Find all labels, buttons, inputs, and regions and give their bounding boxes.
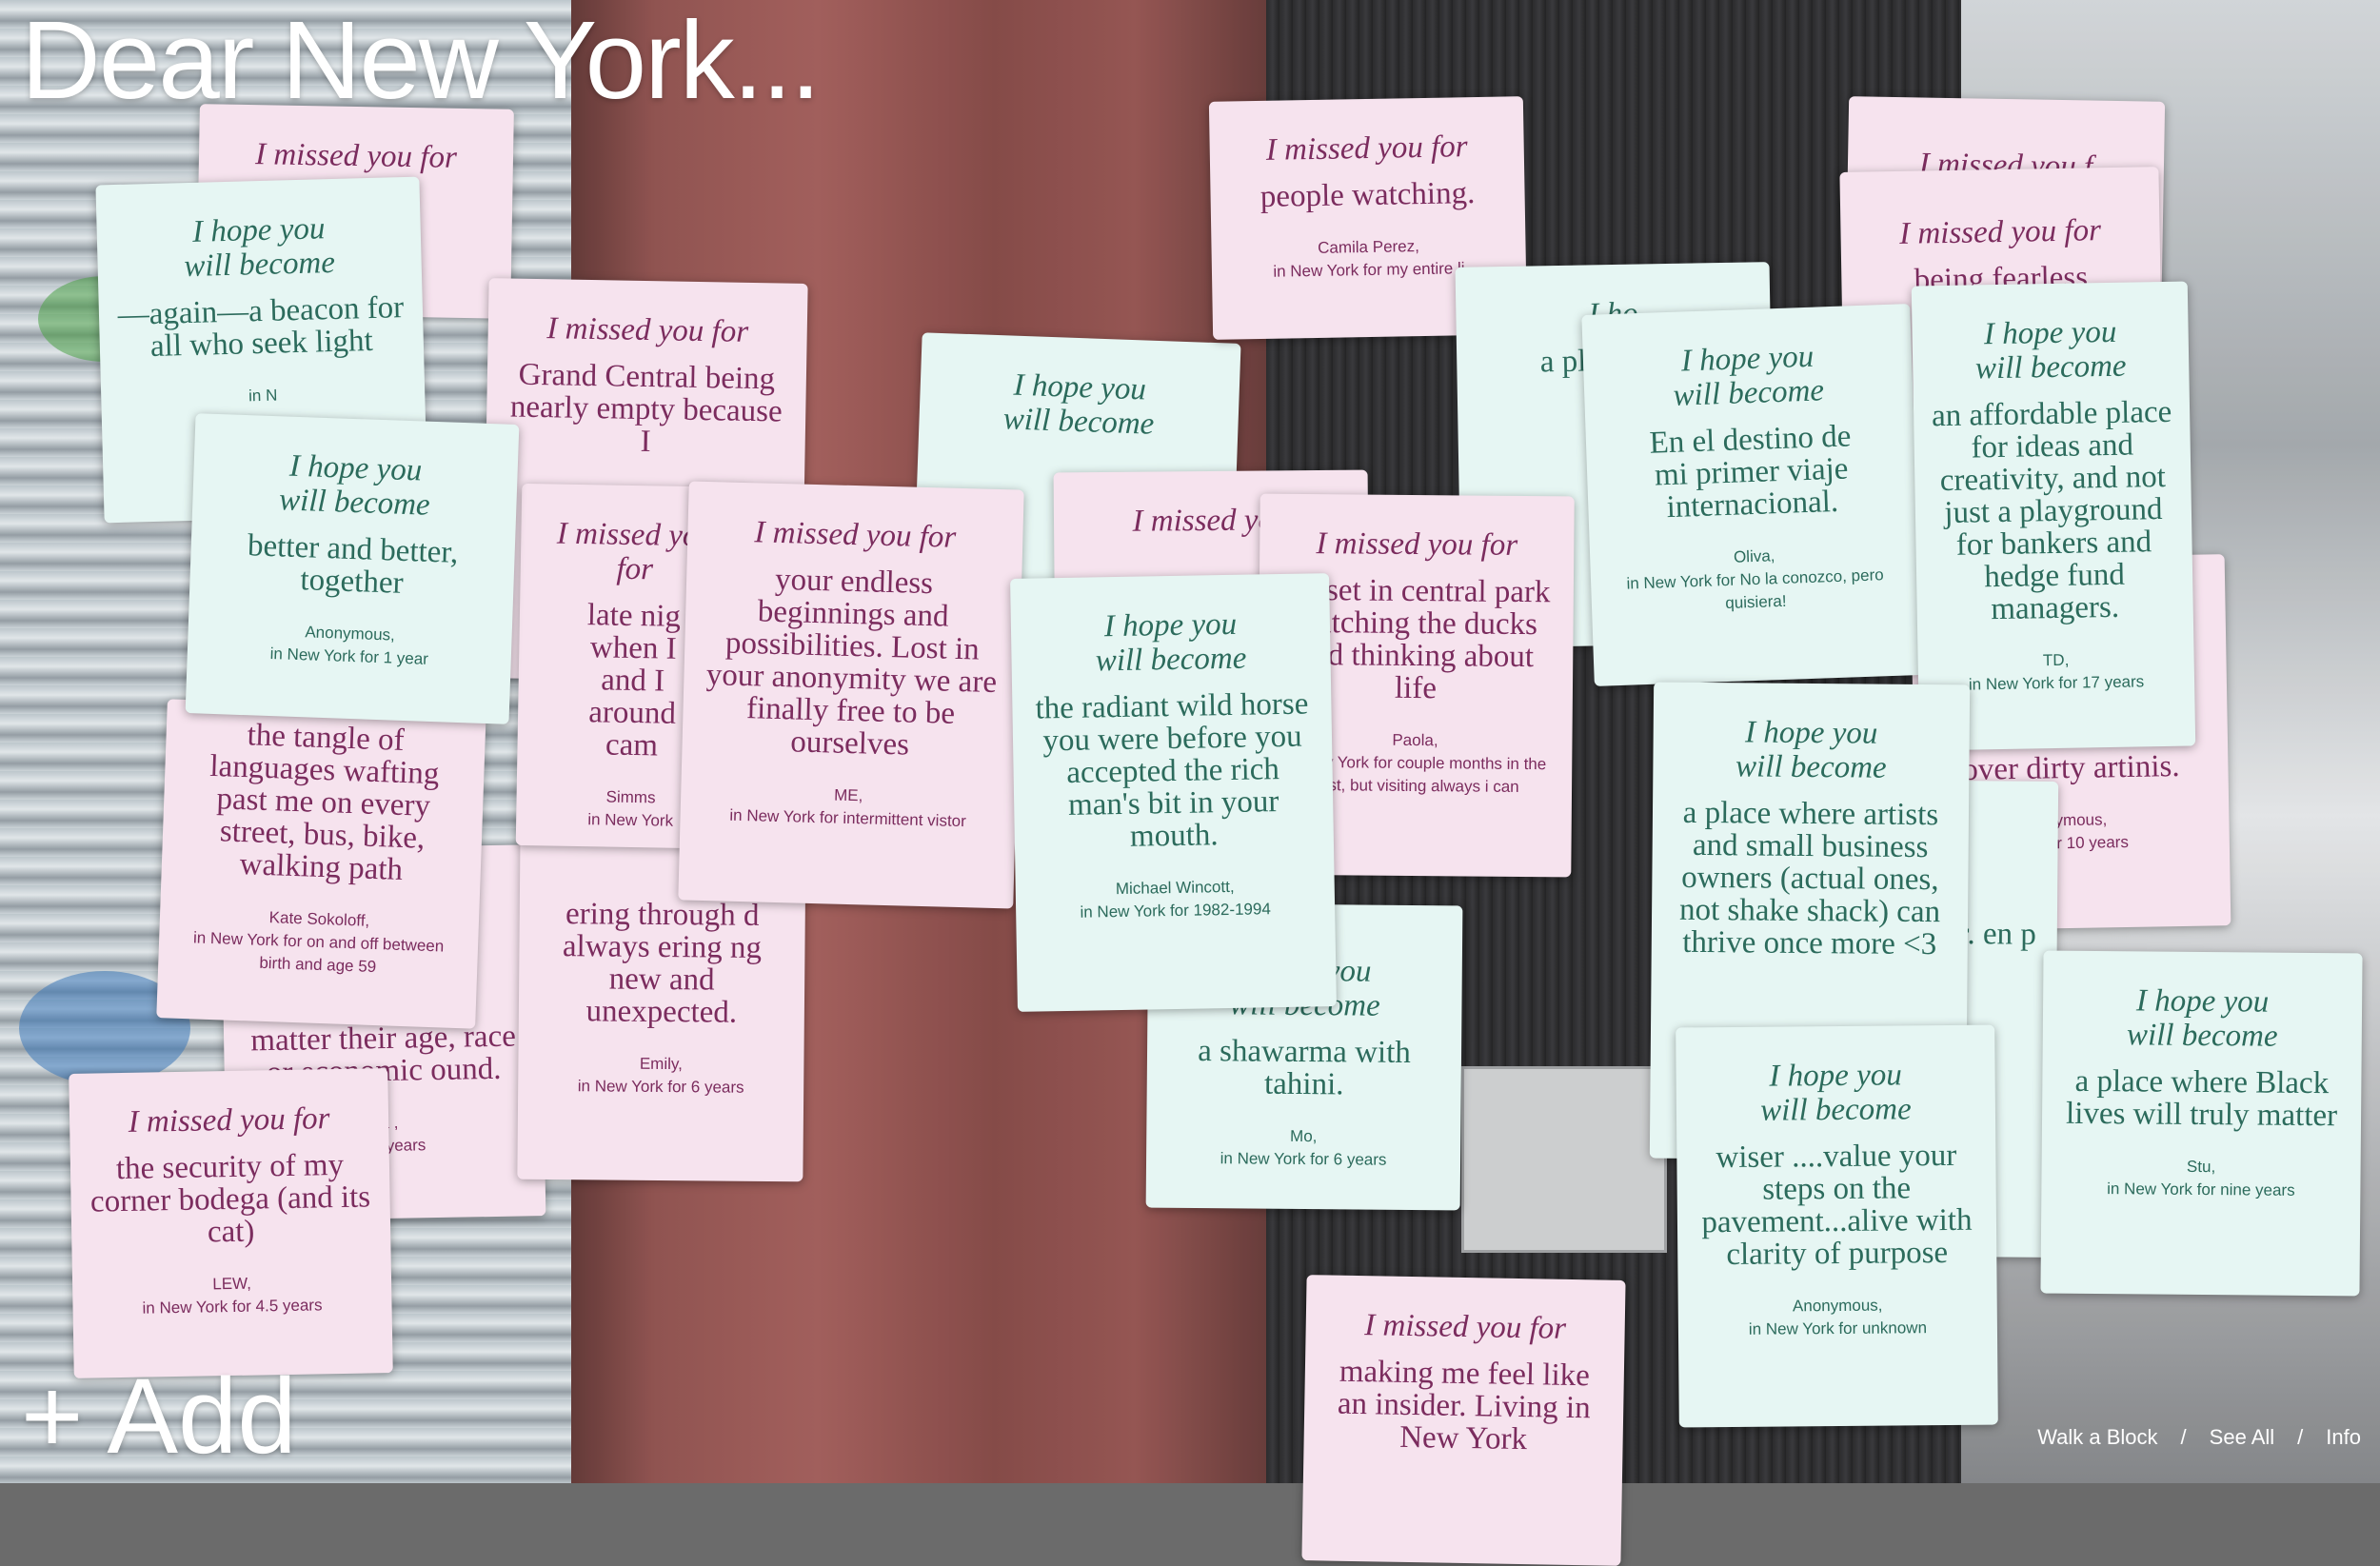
- note-card[interactable]: I missed you for the security of my corn…: [69, 1068, 393, 1378]
- card-author: LEW, in New York for 4.5 years: [142, 1274, 323, 1318]
- card-prefix: I missed you for: [1898, 213, 2102, 251]
- card-message: a place where artists and small business…: [1678, 795, 1941, 962]
- card-message: your endless beginnings and possibilitie…: [705, 562, 998, 763]
- card-prefix: I hope you will become: [1974, 314, 2127, 387]
- card-author: Anonymous, in New York for 1 year: [269, 623, 429, 668]
- card-author: Anonymous, in New York for unknown: [1748, 1296, 1928, 1338]
- note-card[interactable]: I missed you for your endless beginnings…: [678, 481, 1024, 909]
- nav-separator: /: [2180, 1425, 2187, 1449]
- card-message: an affordable place for ideas and creati…: [1931, 394, 2172, 627]
- card-author: Emily, in New York for 6 years: [577, 1054, 744, 1097]
- card-author: Oliva, in New York for No la conozco, per…: [1626, 546, 1884, 613]
- card-message: —again—a beacon for all who seek light: [117, 290, 405, 365]
- card-message: the security of my corner bodega (and it…: [89, 1147, 371, 1250]
- card-prefix: I missed you for: [1316, 526, 1518, 563]
- card-message: wiser ....value your steps on the paveme…: [1701, 1138, 1973, 1273]
- info-link[interactable]: Info: [2326, 1425, 2361, 1450]
- footer-nav: Walk a Block / See All / Info: [2037, 1425, 2361, 1450]
- card-author: ME, in New York for intermittent vistor: [729, 785, 967, 831]
- card-message: people watching.: [1259, 176, 1476, 214]
- card-prefix: I missed you for: [1364, 1308, 1567, 1346]
- card-prefix: I missed you for: [254, 137, 458, 175]
- see-all-link[interactable]: See All: [2210, 1425, 2275, 1450]
- add-note-button[interactable]: + Add: [21, 1363, 297, 1470]
- card-author: TD, in New York for 17 years: [1968, 650, 2145, 694]
- card-prefix: I hope you will become: [1672, 339, 1825, 413]
- card-message: a shawarma with tahini.: [1198, 1034, 1411, 1102]
- card-prefix: I hope you will become: [1095, 606, 1247, 679]
- card-prefix: I hope you will become: [183, 211, 336, 285]
- note-card[interactable]: I hope you will become an affordable pla…: [1911, 281, 2196, 751]
- card-prefix: I missed you for: [1265, 129, 1468, 168]
- note-card[interactable]: I hope you will become the radiant wild …: [1010, 573, 1337, 1012]
- note-card[interactable]: I hope you will become wiser ....value y…: [1676, 1024, 1998, 1428]
- card-message: ering through d always ering ng new and …: [562, 897, 763, 1030]
- card-message: Grand Central being nearly empty because…: [509, 357, 783, 460]
- card-prefix: I hope you will become: [278, 448, 431, 523]
- card-message: the tangle of languages wafting past me …: [208, 718, 440, 887]
- note-card[interactable]: I missed you for making me feel like an …: [1301, 1275, 1626, 1566]
- card-author: Kate Sokoloff, in New York for on and off…: [192, 908, 445, 977]
- walk-a-block-link[interactable]: Walk a Block: [2037, 1425, 2157, 1450]
- page-title: Dear New York...: [21, 0, 821, 122]
- nav-separator: /: [2297, 1425, 2304, 1449]
- note-card[interactable]: I hope you will become En el destino de …: [1581, 304, 1923, 686]
- card-author: Mo, in New York for 6 years: [1220, 1126, 1387, 1169]
- note-card[interactable]: I hope you will become better and better…: [185, 413, 520, 724]
- card-prefix: I missed you for: [754, 515, 957, 555]
- card-message: En el destino de mi primer viaje interna…: [1649, 419, 1852, 525]
- card-prefix: I hope you will become: [1002, 367, 1155, 442]
- card-author: in N: [248, 386, 278, 406]
- card-prefix: I missed you for: [546, 311, 749, 349]
- card-author: Stu, in New York for nine years: [2107, 1157, 2295, 1199]
- card-author: Michael Wincott, in New York for 1982-199…: [1080, 877, 1271, 922]
- card-message: the radiant wild horse you were before y…: [1035, 686, 1309, 854]
- card-prefix: I missed you for: [128, 1101, 330, 1140]
- card-message: making me feel like an insider. Living i…: [1337, 1354, 1591, 1457]
- note-card[interactable]: I hope you will become a place where Bla…: [2040, 950, 2363, 1297]
- card-message: a place where Black lives will truly mat…: [2065, 1063, 2338, 1134]
- card-prefix: I hope you will become: [1735, 715, 1887, 785]
- note-card[interactable]: the tangle of languages wafting past me …: [156, 699, 486, 1029]
- card-message: better and better, together: [247, 528, 459, 601]
- card-prefix: I hope you will become: [2126, 983, 2278, 1054]
- card-prefix: I hope you will become: [1760, 1058, 1912, 1128]
